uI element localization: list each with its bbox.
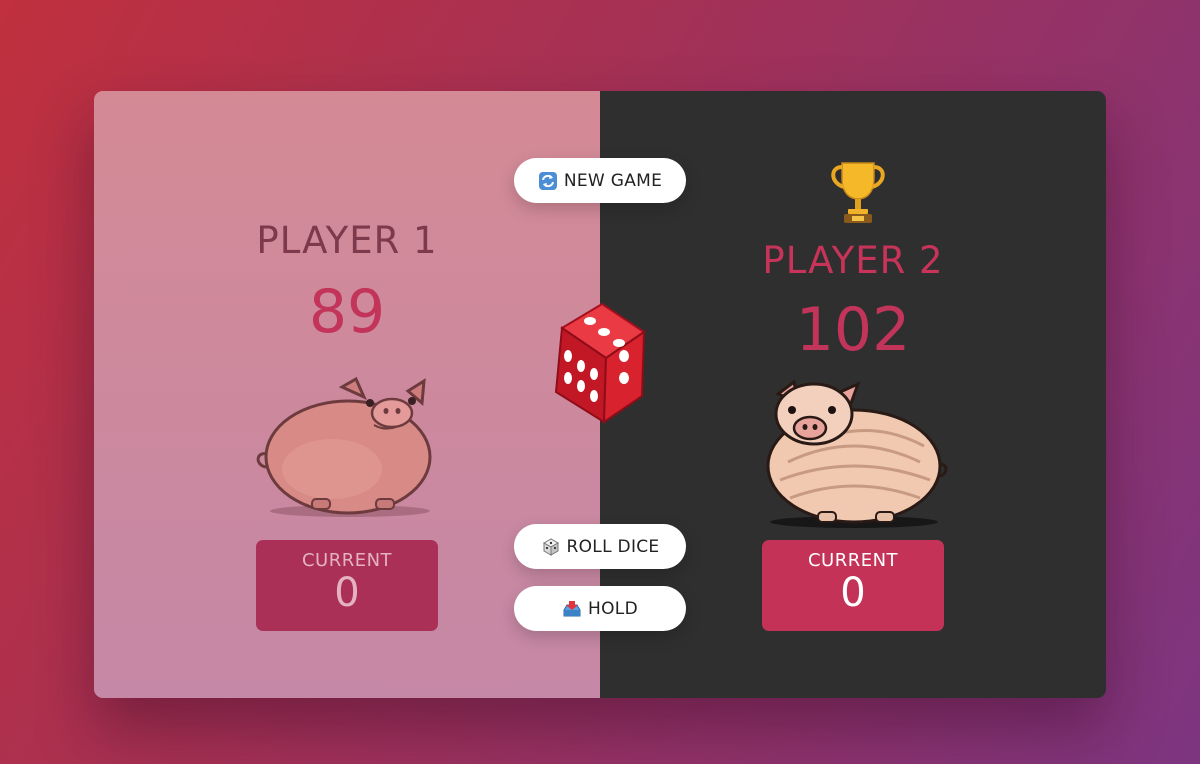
- pig-icon: [766, 379, 948, 528]
- refresh-icon: [538, 171, 557, 190]
- player-1-current-label: CURRENT: [301, 550, 393, 571]
- trophy-icon: [831, 162, 885, 223]
- hold-button[interactable]: HOLD: [514, 586, 686, 631]
- dice-small-icon: [542, 537, 559, 556]
- roll-dice-button[interactable]: ROLL DICE: [514, 524, 686, 569]
- roll-dice-label: ROLL DICE: [566, 536, 660, 557]
- player-1-name: PLAYER 1: [256, 219, 438, 262]
- dice-icon: [554, 302, 646, 424]
- new-game-button[interactable]: NEW GAME: [514, 158, 686, 203]
- player-2-name: PLAYER 2: [762, 239, 944, 282]
- player-1-score: 89: [308, 277, 386, 347]
- player-2-score: 102: [795, 295, 911, 365]
- player-2-current-label: CURRENT: [807, 550, 899, 571]
- player-2-current-box: CURRENT 0: [762, 540, 944, 631]
- player-1-current-score: 0: [334, 570, 360, 616]
- pig-icon: [256, 376, 432, 517]
- new-game-label: NEW GAME: [563, 170, 663, 191]
- hold-label: HOLD: [588, 598, 638, 619]
- player-2-current-score: 0: [840, 570, 866, 616]
- inbox-tray-icon: [563, 600, 581, 616]
- player-1-current-box: CURRENT 0: [256, 540, 438, 631]
